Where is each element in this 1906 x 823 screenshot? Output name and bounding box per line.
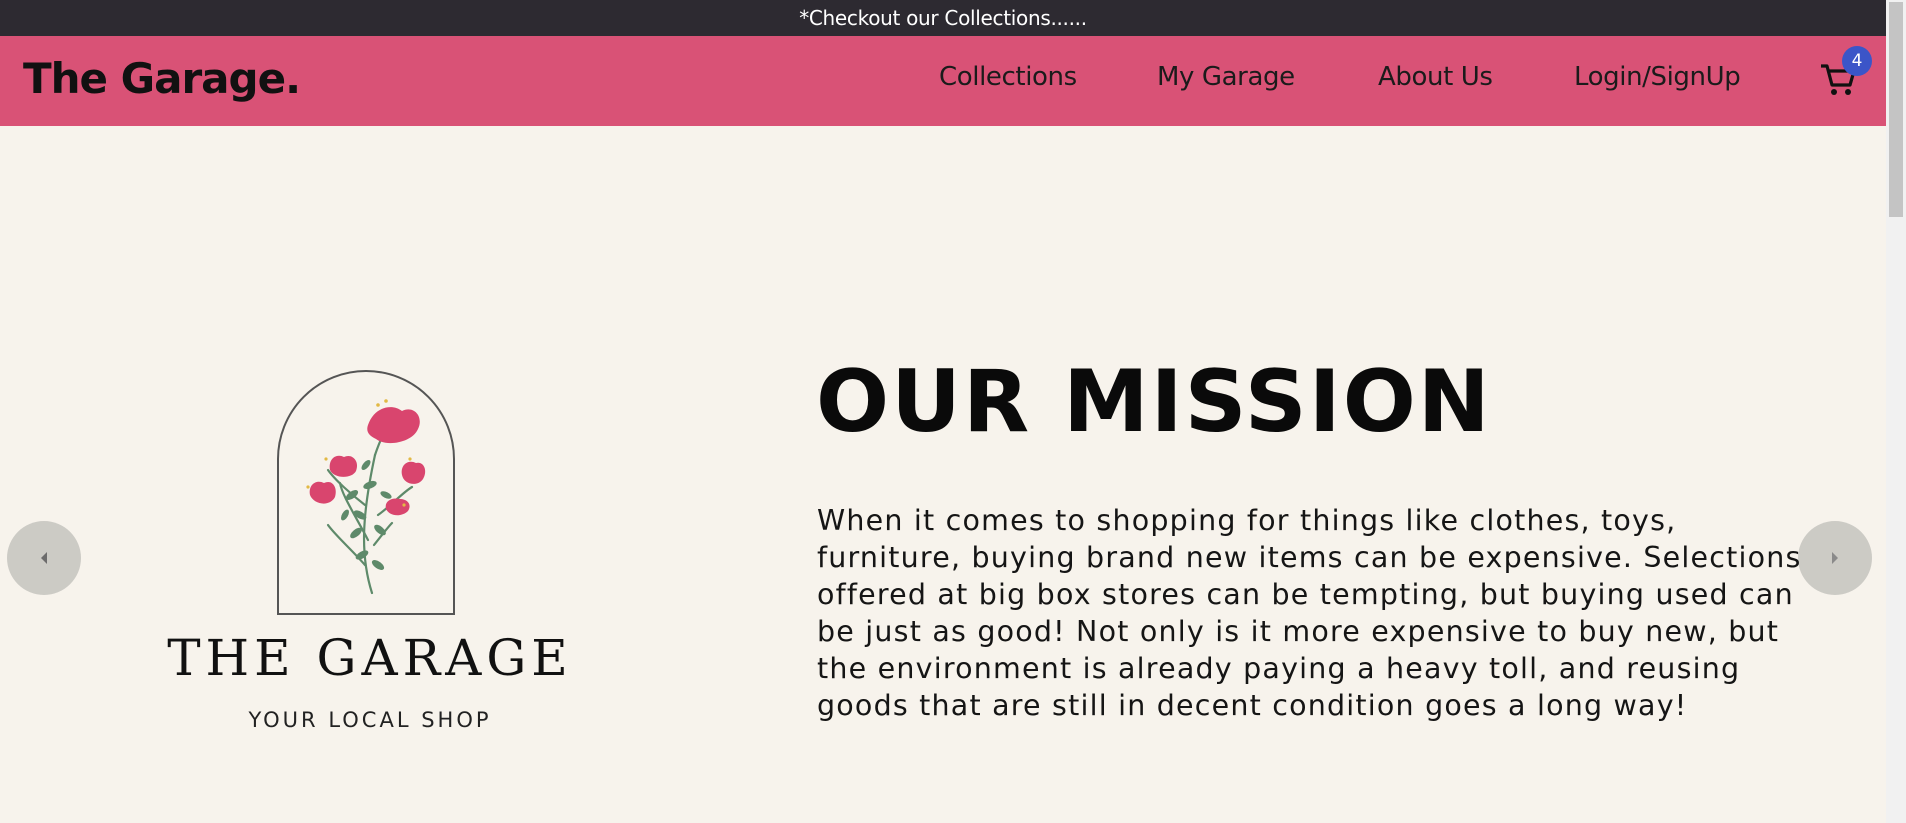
cart-count-badge: 4 — [1842, 46, 1872, 76]
shop-logo: THE GARAGE YOUR LOCAL SHOP — [130, 355, 610, 745]
mission-title: OUR MISSION — [816, 352, 1492, 452]
caret-left-icon — [41, 552, 47, 564]
page-scrollbar[interactable] — [1886, 0, 1906, 823]
nav-collections[interactable]: Collections — [939, 62, 1077, 92]
brand-logo[interactable]: The Garage. — [23, 54, 301, 103]
nav-about-us[interactable]: About Us — [1378, 62, 1493, 92]
nav-login-signup[interactable]: Login/SignUp — [1574, 62, 1741, 92]
carousel-prev-button[interactable] — [7, 521, 81, 595]
scrollbar-thumb[interactable] — [1889, 2, 1903, 217]
logo-tagline: YOUR LOCAL SHOP — [247, 708, 491, 732]
announcement-text[interactable]: *Checkout our Collections...... — [799, 6, 1087, 30]
mission-text: When it comes to shopping for things lik… — [817, 504, 1802, 722]
announcement-bar: *Checkout our Collections...... — [0, 0, 1886, 36]
nav-my-garage[interactable]: My Garage — [1157, 62, 1295, 92]
logo-title: THE GARAGE — [167, 629, 573, 687]
caret-right-icon — [1832, 552, 1838, 564]
navbar: The Garage. Collections My Garage About … — [0, 36, 1886, 126]
